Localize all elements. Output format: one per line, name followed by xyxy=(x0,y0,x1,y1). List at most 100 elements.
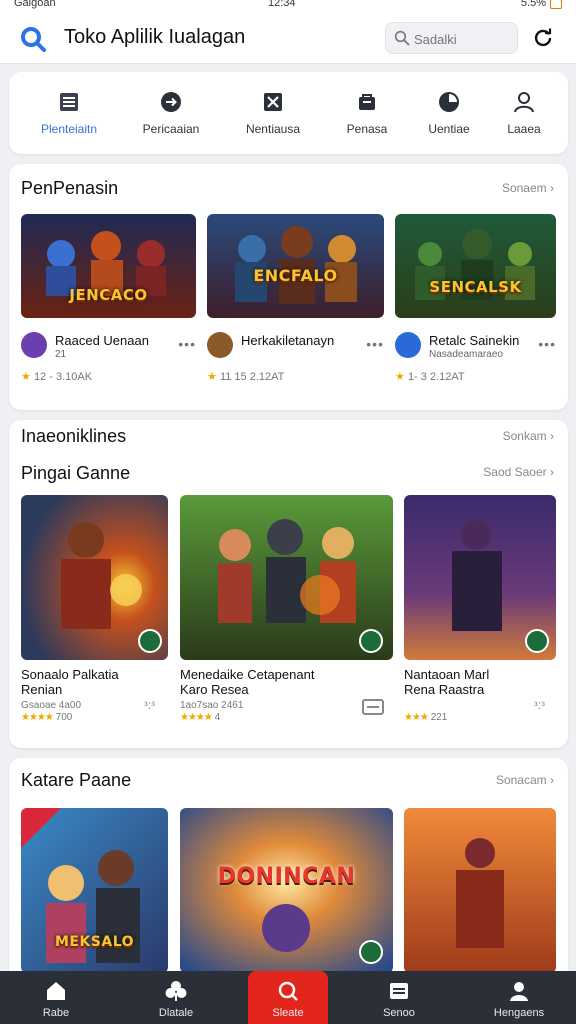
featured-section: PenPenasin Sonaem › JENCACO ENCFALO SENC… xyxy=(9,164,568,410)
nav-search[interactable]: Sleate xyxy=(248,971,328,1024)
star-rating: ★★★ xyxy=(404,712,429,723)
game-developer: Gsaoae 4a00 xyxy=(21,700,82,711)
app-rating: ★ 12 - 3.10AK xyxy=(21,370,92,383)
category-label: Penasa xyxy=(346,122,388,136)
see-more-link[interactable]: Sonaem › xyxy=(502,181,554,195)
game-rating: ★★★★ 4 xyxy=(180,712,220,723)
battery-icon xyxy=(550,0,562,9)
see-all-label: Saod Saoer xyxy=(483,465,547,479)
nav-label: Sleate xyxy=(272,1007,304,1019)
game-rating: ★★★★ 700 xyxy=(21,712,72,723)
popular-games-section: Inaeoniklines Sonkam › Pingai Ganne Saod… xyxy=(9,420,568,748)
download-icon[interactable] xyxy=(359,629,383,653)
section-title: PenPenasin xyxy=(21,178,119,198)
category-label: Laaea xyxy=(507,122,541,136)
search-box[interactable] xyxy=(385,22,518,54)
app-subtitle: Nasadeamaraeo xyxy=(429,349,503,360)
more-options-icon[interactable]: ••• xyxy=(178,336,196,352)
see-more-label: Sonkam xyxy=(502,429,547,443)
nav-games[interactable]: Dlatale xyxy=(136,971,216,1024)
game-title: Nantaoan Marl Rena Raastra xyxy=(404,667,489,697)
game-title-line2: Renian xyxy=(21,682,63,697)
chevron-right-icon: › xyxy=(550,181,554,195)
search-input[interactable] xyxy=(414,29,514,49)
list-item[interactable]: Retalc Sainekin Nasadeamaraeo ••• xyxy=(395,332,556,372)
app-name: Retalc Sainekin xyxy=(429,333,520,348)
star-rating: ★★★★ xyxy=(180,712,213,723)
game-thumbnail[interactable]: ENCFALO xyxy=(207,214,384,318)
battery-level: 5.5% xyxy=(520,0,546,9)
category-item-4[interactable]: Penasa xyxy=(322,86,412,146)
nav-label: Rabe xyxy=(42,1007,70,1019)
star-icon: ★ xyxy=(395,371,405,383)
list-icon xyxy=(60,93,78,111)
more-options-icon[interactable]: ••• xyxy=(538,336,556,352)
app-name: Raaced Uenaan xyxy=(55,333,149,348)
menu-icon[interactable] xyxy=(362,699,384,715)
rating-count: 700 xyxy=(55,712,73,723)
chevron-right-icon: › xyxy=(550,465,554,479)
see-more-link[interactable]: Sonkam › xyxy=(503,429,554,443)
rating-count: 221 xyxy=(430,712,448,723)
refresh-icon[interactable] xyxy=(532,27,554,49)
game-title-line2: Karo Resea xyxy=(180,682,249,697)
app-bar: Toko Aplilik Iualagan xyxy=(0,14,576,64)
game-art-title: MEKSALO xyxy=(54,934,135,950)
chevron-right-icon: › xyxy=(550,429,554,443)
rating-text: 11 15 2.12AT xyxy=(219,371,285,383)
app-rating: ★ 11 15 2.12AT xyxy=(207,370,284,383)
rating-text: 1- 3 2.12AT xyxy=(407,371,465,383)
nav-home[interactable]: Rabe xyxy=(16,971,96,1024)
category-item-2[interactable]: Pericaaian xyxy=(126,86,216,146)
section-subtitle: Pingai Ganne xyxy=(21,463,131,483)
category-item-6[interactable]: Laaea xyxy=(479,86,569,146)
game-title-line1: Sonaalo Palkatia xyxy=(21,667,119,682)
person-icon xyxy=(510,982,528,1001)
star-rating: ★★★★ xyxy=(21,712,54,723)
search-icon xyxy=(278,981,298,1001)
category-item-1[interactable]: Plenteiaitn xyxy=(24,86,114,146)
nav-menu[interactable]: Senoo xyxy=(359,971,439,1024)
app-name: Herkakiletanayn xyxy=(241,333,335,348)
list-item[interactable]: Herkakiletanayn ••• xyxy=(207,332,384,372)
download-icon[interactable] xyxy=(525,629,549,653)
game-art-image xyxy=(404,808,556,973)
bag-icon xyxy=(359,94,375,110)
star-icon: ★ xyxy=(21,371,31,383)
game-title: Menedaike Cetapenant Karo Resea xyxy=(180,667,314,697)
rating-text: 12 - 3.10AK xyxy=(33,371,93,383)
game-thumbnail[interactable] xyxy=(404,808,556,973)
rating-count: 4 xyxy=(214,712,221,723)
app-rating: ★ 1- 3 2.12AT xyxy=(395,370,465,383)
game-title-line1: Menedaike Cetapenant xyxy=(180,667,315,682)
carrier-label: Gaigoan xyxy=(14,0,56,9)
see-more-link[interactable]: Sonacam › xyxy=(496,773,554,787)
download-icon[interactable] xyxy=(138,629,162,653)
download-icon[interactable] xyxy=(359,940,383,964)
install-size-icon: ᵌ:ᵌ xyxy=(534,698,545,712)
list-item[interactable]: Raaced Uenaan 21 ••• xyxy=(21,332,196,372)
game-developer: 1ao7sao 2461 xyxy=(180,700,244,711)
search-icon xyxy=(394,30,410,46)
category-label: Pericaaian xyxy=(142,122,200,136)
category-label: Nentiausa xyxy=(245,122,301,136)
person-icon xyxy=(514,92,534,113)
new-games-section: Katare Paane Sonacam › MEKSALO DONINCAN xyxy=(9,758,568,988)
section-title: Katare Paane xyxy=(21,770,132,790)
see-all-link[interactable]: Saod Saoer › xyxy=(483,465,554,479)
see-more-label: Sonaem xyxy=(501,181,547,195)
game-thumbnail[interactable]: JENCACO xyxy=(21,214,196,318)
tools-icon xyxy=(264,93,282,111)
nav-label: Senoo xyxy=(383,1007,415,1019)
more-options-icon[interactable]: ••• xyxy=(366,336,384,352)
game-art-title: DONINCAN xyxy=(217,864,356,889)
status-bar: Gaigoan 12:34 5.5% xyxy=(0,0,576,14)
app-avatar xyxy=(21,332,47,358)
category-bar: Plenteiaitn Pericaaian Nentiausa Penasa … xyxy=(9,72,568,154)
game-thumbnail[interactable]: SENCALSK xyxy=(395,214,556,318)
app-avatar xyxy=(395,332,421,358)
nav-profile[interactable]: Hengaens xyxy=(479,971,559,1024)
game-title-line1: Nantaoan Marl xyxy=(404,667,490,682)
category-item-3[interactable]: Nentiausa xyxy=(228,86,318,146)
game-thumbnail[interactable]: MEKSALO xyxy=(21,808,168,973)
